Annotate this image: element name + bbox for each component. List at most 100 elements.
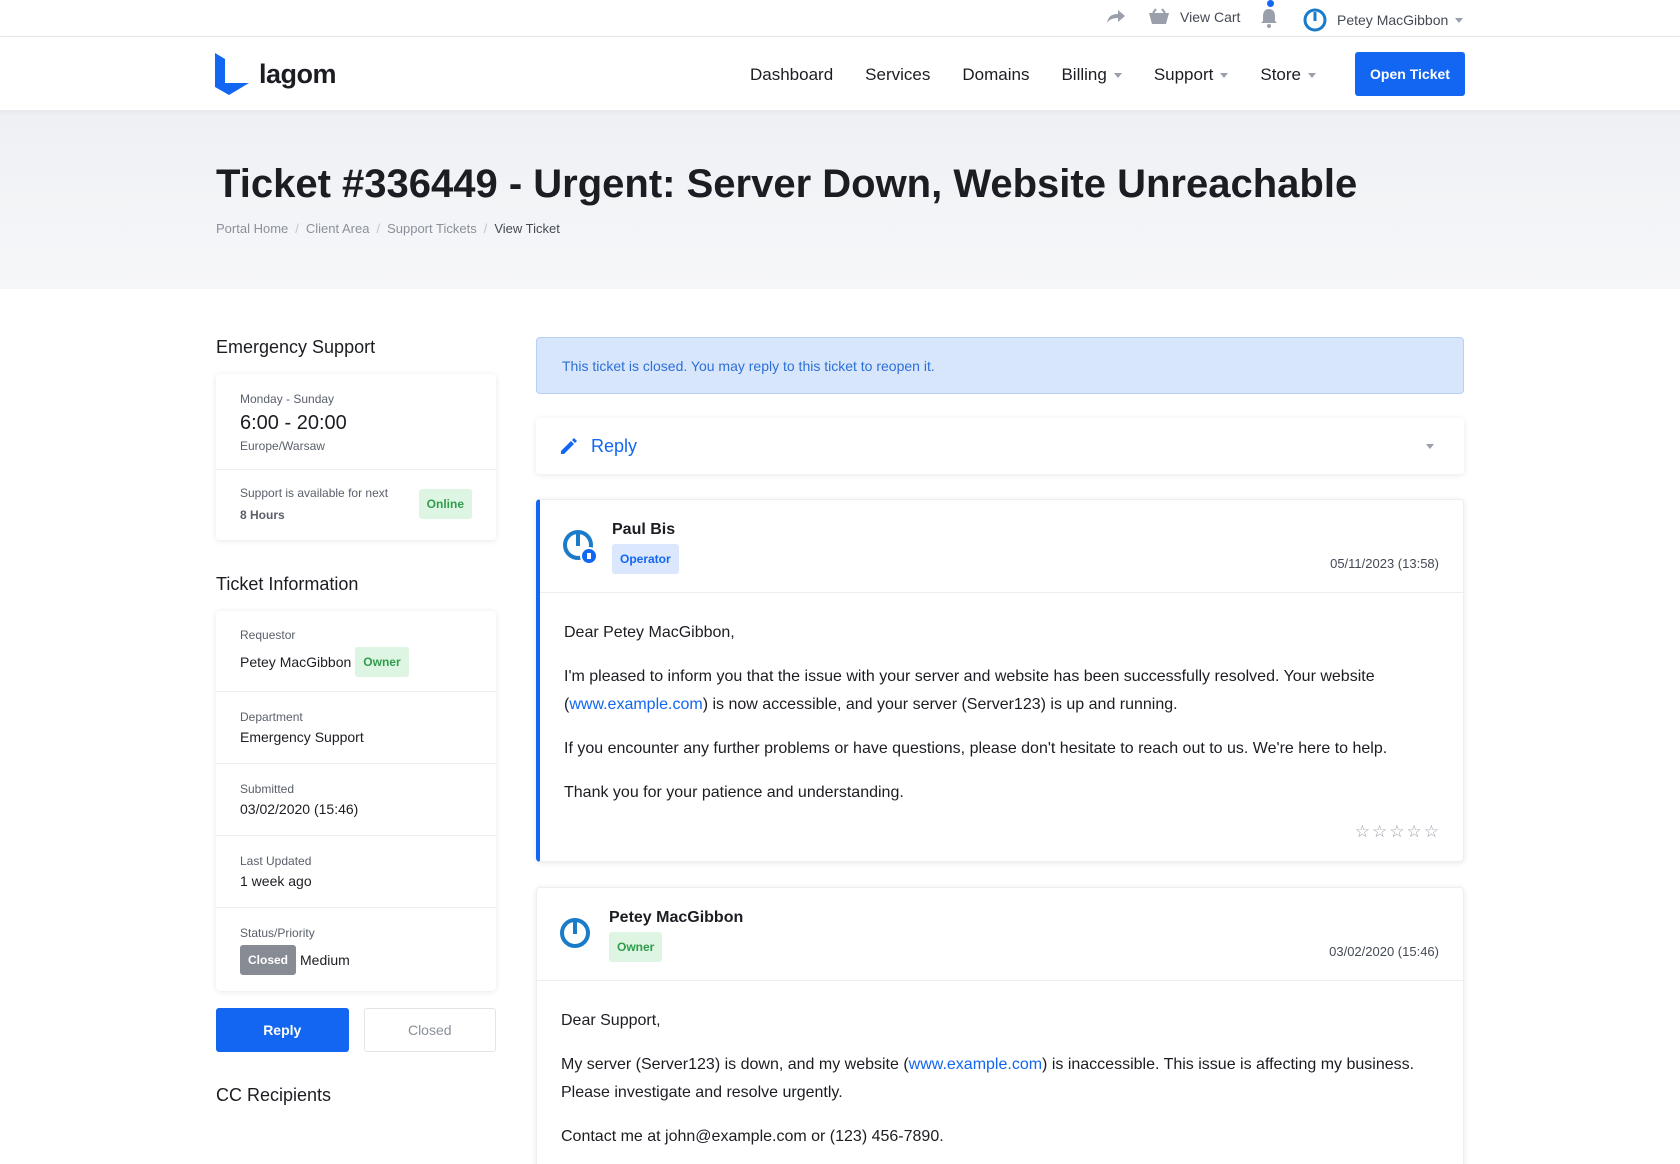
nav-services[interactable]: Services	[865, 65, 930, 85]
star-icon[interactable]: ☆	[1424, 823, 1439, 841]
operator-avatar-icon	[563, 530, 598, 565]
availability-text: Support is available for next	[240, 486, 389, 500]
reply-button[interactable]: Reply	[216, 1008, 349, 1052]
message-body: Dear Support, My server (Server123) is d…	[537, 981, 1463, 1164]
star-icon[interactable]: ☆	[1372, 823, 1387, 841]
breadcrumb-separator: /	[376, 221, 381, 236]
message-text: ) is now accessible, and your server (Se…	[702, 696, 1178, 713]
support-hours: 6:00 - 20:00	[240, 412, 347, 434]
sidebar: Emergency Support Monday - Sunday 6:00 -…	[216, 337, 496, 1106]
breadcrumb-separator: /	[483, 221, 488, 236]
nav-services-label: Services	[865, 65, 931, 84]
message-paragraph: Dear Petey MacGibbon,	[564, 624, 735, 641]
owner-badge: Owner	[355, 647, 409, 677]
last-updated-label: Last Updated	[240, 854, 312, 868]
message-date: 03/02/2020 (15:46)	[1329, 944, 1439, 959]
message-paragraph: Contact me at john@example.com or (123) …	[561, 1128, 944, 1145]
cc-recipients-heading: CC Recipients	[216, 1085, 332, 1105]
nav-support-label: Support	[1153, 65, 1214, 84]
breadcrumb-separator: /	[295, 221, 299, 236]
notifications-button[interactable]	[1260, 0, 1278, 28]
nav-dashboard[interactable]: Dashboard	[750, 65, 833, 85]
chevron-down-icon	[1308, 72, 1316, 78]
chevron-down-icon	[1220, 72, 1229, 78]
support-days: Monday - Sunday	[240, 392, 335, 406]
website-link[interactable]: www.example.com	[909, 1056, 1042, 1073]
breadcrumb-support-tickets[interactable]: Support Tickets	[387, 221, 477, 236]
priority-value: Medium	[300, 952, 350, 968]
logo[interactable]: lagom	[215, 53, 337, 95]
view-cart-link[interactable]: View Cart	[1148, 8, 1240, 26]
breadcrumb-view-ticket: View Ticket	[494, 221, 560, 236]
rating-stars: ☆ ☆ ☆ ☆ ☆	[564, 823, 1439, 841]
owner-badge: Owner	[609, 932, 663, 962]
bell-icon	[1261, 9, 1277, 28]
share-icon[interactable]	[1106, 8, 1126, 24]
breadcrumb-client-area[interactable]: Client Area	[306, 221, 370, 236]
online-status-badge: Online	[418, 489, 472, 519]
requestor-label: Requestor	[240, 628, 296, 642]
user-avatar-icon	[1303, 8, 1327, 32]
operator-badge: Operator	[612, 544, 679, 574]
nav-billing-label: Billing	[1061, 65, 1107, 84]
department-label: Department	[240, 710, 303, 724]
requestor-value: Petey MacGibbon	[240, 654, 352, 670]
availability-hours: 8 Hours	[240, 508, 285, 522]
pencil-icon	[561, 438, 577, 454]
last-updated-value: 1 week ago	[240, 873, 312, 889]
chevron-down-icon	[1426, 444, 1434, 449]
main-navigation: lagom Dashboard Services Domains Billing…	[0, 37, 1680, 110]
lagom-logo-icon	[215, 53, 249, 95]
message-date: 05/11/2023 (13:58)	[1330, 556, 1439, 571]
ticket-information-card: Requestor Petey MacGibbon Owner Departme…	[216, 611, 496, 991]
nav-dashboard-label: Dashboard	[750, 65, 834, 84]
nav-store-label: Store	[1260, 65, 1301, 84]
star-icon[interactable]: ☆	[1407, 823, 1422, 841]
emergency-support-card: Monday - Sunday 6:00 - 20:00 Europe/Wars…	[216, 374, 496, 540]
reply-toggle[interactable]: Reply	[536, 418, 1464, 474]
notification-dot	[1267, 0, 1274, 7]
support-timezone: Europe/Warsaw	[240, 439, 325, 453]
top-utility-bar: View Cart Petey MacGibbon	[0, 0, 1680, 37]
message-body: Dear Petey MacGibbon, I'm pleased to inf…	[540, 593, 1463, 861]
message-text: My server (Server123) is down, and my we…	[561, 1056, 909, 1073]
reply-toggle-label: Reply	[591, 435, 638, 456]
basket-icon	[1149, 8, 1169, 24]
user-menu[interactable]: Petey MacGibbon	[1303, 8, 1464, 32]
page-title: Ticket #336449 - Urgent: Server Down, We…	[216, 162, 1358, 206]
message-author: Petey MacGibbon	[609, 909, 744, 926]
ticket-message-operator: Paul Bis Operator 05/11/2023 (13:58) Dea…	[536, 499, 1464, 862]
chevron-down-icon	[1455, 17, 1464, 23]
star-icon[interactable]: ☆	[1355, 823, 1370, 841]
nav-support[interactable]: Support	[1154, 65, 1229, 85]
nav-domains[interactable]: Domains	[962, 65, 1029, 85]
message-paragraph: I'm pleased to inform you that the issue…	[564, 663, 1439, 719]
star-icon[interactable]: ☆	[1389, 823, 1404, 841]
website-link[interactable]: www.example.com	[569, 696, 702, 713]
closed-button[interactable]: Closed	[363, 1008, 496, 1052]
nav-billing[interactable]: Billing	[1061, 65, 1122, 85]
ticket-message-owner: Petey MacGibbon Owner 03/02/2020 (15:46)…	[536, 887, 1464, 1164]
breadcrumb-portal-home[interactable]: Portal Home	[216, 221, 288, 236]
ticket-information-heading: Ticket Information	[216, 574, 359, 594]
message-paragraph: Dear Support,	[561, 1012, 661, 1029]
emergency-support-heading: Emergency Support	[216, 337, 376, 357]
nav-domains-label: Domains	[962, 65, 1030, 84]
status-badge: Closed	[240, 945, 297, 975]
user-name: Petey MacGibbon	[1337, 12, 1449, 28]
nav-store[interactable]: Store	[1260, 65, 1316, 85]
message-paragraph: Thank you for your patience and understa…	[564, 784, 904, 801]
owner-avatar-icon	[560, 918, 590, 948]
message-paragraph: My server (Server123) is down, and my we…	[561, 1051, 1439, 1107]
chevron-down-icon	[1113, 72, 1122, 78]
view-cart-label: View Cart	[1180, 9, 1241, 25]
ticket-closed-alert: This ticket is closed. You may reply to …	[536, 337, 1464, 394]
ticket-main: This ticket is closed. You may reply to …	[536, 337, 1464, 1164]
submitted-label: Submitted	[240, 782, 295, 796]
message-author: Paul Bis	[612, 521, 676, 538]
status-priority-label: Status/Priority	[240, 926, 315, 940]
breadcrumb: Portal Home / Client Area / Support Tick…	[216, 221, 560, 236]
page-header: Ticket #336449 - Urgent: Server Down, We…	[0, 110, 1680, 289]
logo-text: lagom	[259, 58, 337, 89]
open-ticket-button[interactable]: Open Ticket	[1355, 52, 1465, 96]
